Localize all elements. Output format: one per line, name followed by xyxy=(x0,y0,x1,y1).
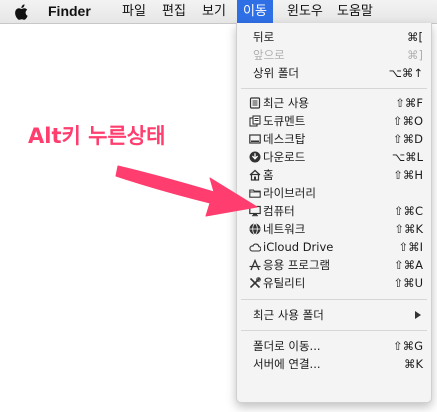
menu-separator xyxy=(241,88,427,89)
menu-item-label: 라이브러리 xyxy=(263,186,316,200)
menu-item-shortcut: ⇧⌘F xyxy=(395,96,423,110)
utilities-icon xyxy=(249,277,261,289)
menu-item-label: 네트워크 xyxy=(263,222,306,236)
go-menu-dropdown: 뒤로 ⌘[ 앞으로 ⌘] 상위 폴더 ⌥⌘↑ 최근 사용 ⇧⌘F 도큐멘트 ⇧⌘… xyxy=(236,23,432,403)
menu-separator xyxy=(241,299,427,300)
menu-item-shortcut: ⇧⌘U xyxy=(393,276,423,290)
menu-item-shortcut: ⌘K xyxy=(403,357,423,371)
menu-item-label: 응용 프로그램 xyxy=(263,258,331,272)
menu-item-applications[interactable]: 응용 프로그램 ⇧⌘A xyxy=(237,256,431,274)
menu-item-shortcut: ⌘[ xyxy=(407,30,423,44)
menu-item-icloud-drive[interactable]: iCloud Drive ⇧⌘I xyxy=(237,238,431,256)
menu-item-shortcut: ⇧⌘D xyxy=(393,132,423,146)
submenu-arrow-icon xyxy=(415,311,421,319)
menu-item-library[interactable]: 라이브러리 xyxy=(237,184,431,202)
menu-item-shortcut: ⇧⌘C xyxy=(393,204,423,218)
menu-item-label: 최근 사용 폴더 xyxy=(253,308,324,322)
menu-item-computer[interactable]: 컴퓨터 ⇧⌘C xyxy=(237,202,431,220)
menu-item-label: 앞으로 xyxy=(253,48,285,62)
menu-item-recent-folders[interactable]: 최근 사용 폴더 xyxy=(237,306,431,324)
menu-item-connect-to-server[interactable]: 서버에 연결... ⌘K xyxy=(237,355,431,373)
network-icon xyxy=(249,223,261,235)
folder-icon xyxy=(249,189,261,198)
menu-item-label: 유틸리티 xyxy=(263,276,306,290)
applications-icon xyxy=(249,259,261,271)
menu-item-forward: 앞으로 ⌘] xyxy=(237,46,431,64)
menu-item-shortcut: ⇧⌘O xyxy=(392,114,423,128)
apple-icon[interactable] xyxy=(14,3,30,21)
recents-icon xyxy=(249,97,261,109)
menu-item-label: 뒤로 xyxy=(253,30,275,44)
menu-item-home[interactable]: 홈 ⇧⌘H xyxy=(237,166,431,184)
downloads-icon xyxy=(249,151,261,163)
menu-item-shortcut: ⇧⌘K xyxy=(394,222,423,236)
menu-item-shortcut: ⌘] xyxy=(407,48,423,62)
menu-item-label: 컴퓨터 xyxy=(263,204,295,218)
menu-item-label: 홈 xyxy=(263,168,274,182)
menu-item-label: 상위 폴더 xyxy=(253,66,299,80)
menu-edit[interactable]: 편집 xyxy=(156,0,192,23)
menu-item-shortcut: ⇧⌘G xyxy=(392,339,423,353)
menu-item-go-to-folder[interactable]: 폴더로 이동... ⇧⌘G xyxy=(237,337,431,355)
menu-bar: Finder 파일 편집 보기 이동 윈도우 도움말 xyxy=(0,0,437,24)
desktop-icon xyxy=(249,134,261,144)
menu-item-label: iCloud Drive xyxy=(263,240,334,254)
computer-icon xyxy=(249,205,261,217)
menu-separator xyxy=(241,330,427,331)
menu-item-shortcut: ⌥⌘↑ xyxy=(388,66,423,80)
menu-item-documents[interactable]: 도큐멘트 ⇧⌘O xyxy=(237,112,431,130)
menu-item-label: 폴더로 이동... xyxy=(253,339,321,353)
menu-item-shortcut: ⌥⌘L xyxy=(391,150,423,164)
menu-window[interactable]: 윈도우 xyxy=(281,0,329,23)
menu-item-label: 데스크탑 xyxy=(263,132,306,146)
menu-item-shortcut: ⇧⌘I xyxy=(398,240,423,254)
menu-item-desktop[interactable]: 데스크탑 ⇧⌘D xyxy=(237,130,431,148)
menu-item-utilities[interactable]: 유틸리티 ⇧⌘U xyxy=(237,274,431,292)
menu-item-label: 서버에 연결... xyxy=(253,357,321,371)
menu-item-label: 다운로드 xyxy=(263,150,306,164)
menu-view[interactable]: 보기 xyxy=(196,0,232,23)
menu-item-shortcut: ⇧⌘A xyxy=(393,258,423,272)
menu-item-back[interactable]: 뒤로 ⌘[ xyxy=(237,28,431,46)
menu-go[interactable]: 이동 xyxy=(237,0,273,23)
menu-item-label: 최근 사용 xyxy=(263,96,309,110)
cloud-icon xyxy=(249,243,261,252)
menu-item-network[interactable]: 네트워크 ⇧⌘K xyxy=(237,220,431,238)
menu-help[interactable]: 도움말 xyxy=(331,0,379,23)
menu-item-shortcut: ⇧⌘H xyxy=(393,168,423,182)
documents-icon xyxy=(249,115,261,127)
home-icon xyxy=(249,169,261,181)
menu-item-label: 도큐멘트 xyxy=(263,114,306,128)
menu-item-downloads[interactable]: 다운로드 ⌥⌘L xyxy=(237,148,431,166)
annotation-text: Alt키 누른상태 xyxy=(28,124,166,148)
menu-file[interactable]: 파일 xyxy=(116,0,152,23)
menu-finder[interactable]: Finder xyxy=(42,0,97,23)
menu-item-recents[interactable]: 최근 사용 ⇧⌘F xyxy=(237,94,431,112)
menu-item-enclosing-folder[interactable]: 상위 폴더 ⌥⌘↑ xyxy=(237,64,431,82)
